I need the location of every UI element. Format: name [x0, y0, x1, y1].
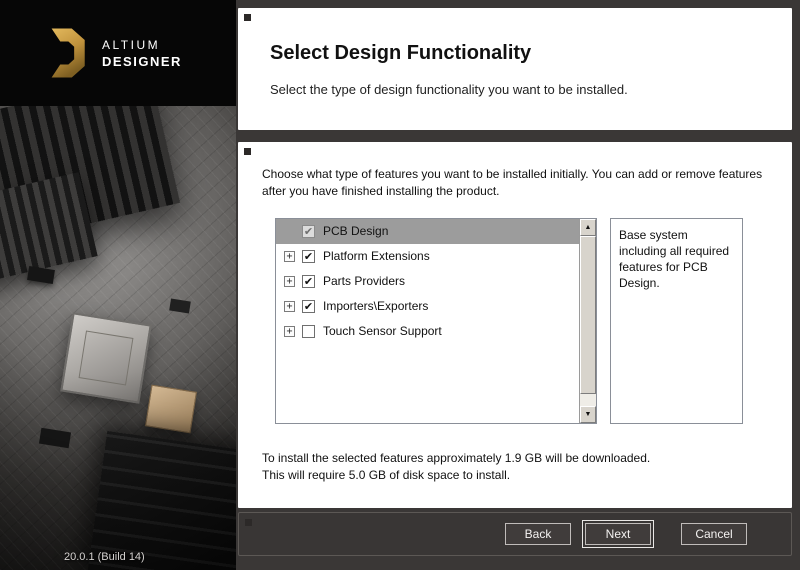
cancel-button[interactable]: Cancel: [681, 523, 747, 545]
version-label: 20.0.1 (Build 14): [64, 551, 145, 563]
panel-corner-decoration: [245, 519, 252, 526]
header-panel: Select Design Functionality Select the t…: [238, 8, 792, 130]
feature-row[interactable]: + Touch Sensor Support: [276, 319, 579, 344]
left-pane: ALTIUM DESIGNER 20.0.1 (Build 14): [0, 0, 236, 570]
brand-name-designer: DESIGNER: [102, 54, 182, 69]
feature-list-scrollbar[interactable]: ▲ ▼: [579, 219, 596, 423]
feature-label: Platform Extensions: [323, 249, 430, 263]
install-notes: To install the selected features approxi…: [262, 450, 768, 485]
disk-space-note: This will require 5.0 GB of disk space t…: [262, 467, 768, 484]
feature-checkbox[interactable]: ✔: [302, 250, 315, 263]
brand-header: ALTIUM DESIGNER: [0, 0, 236, 106]
feature-checkbox[interactable]: ✔: [302, 300, 315, 313]
feature-label: Parts Providers: [323, 274, 405, 288]
page-title: Select Design Functionality: [270, 42, 764, 65]
selector-area: ✔ PCB Design + ✔ Platform Extensions + ✔ Parts …: [275, 218, 768, 424]
altium-logo-icon: [42, 26, 90, 80]
footer-panel: Back Next Cancel: [238, 512, 792, 556]
scroll-up-button[interactable]: ▲: [580, 219, 596, 236]
feature-label: Touch Sensor Support: [323, 324, 442, 338]
instructions-text: Choose what type of features you want to…: [262, 166, 768, 200]
next-button[interactable]: Next: [585, 523, 651, 545]
feature-row[interactable]: + ✔ Importers\Exporters: [276, 294, 579, 319]
download-size-note: To install the selected features approxi…: [262, 450, 768, 467]
brand-wordmark: ALTIUM DESIGNER: [102, 38, 182, 69]
feature-checkbox[interactable]: ✔: [302, 275, 315, 288]
panel-corner-decoration: [244, 148, 251, 155]
feature-row[interactable]: + ✔ Parts Providers: [276, 269, 579, 294]
feature-row[interactable]: ✔ PCB Design: [276, 219, 579, 244]
feature-description-box: Base system including all required featu…: [610, 218, 743, 424]
feature-label: PCB Design: [323, 224, 388, 238]
feature-checkbox[interactable]: ✔: [302, 225, 315, 238]
scroll-down-button[interactable]: ▼: [580, 406, 596, 423]
feature-rows: ✔ PCB Design + ✔ Platform Extensions + ✔ Parts …: [276, 219, 579, 344]
back-button[interactable]: Back: [505, 523, 571, 545]
page-subtitle: Select the type of design functionality …: [270, 82, 764, 97]
feature-label: Importers\Exporters: [323, 299, 428, 313]
expand-icon[interactable]: +: [284, 301, 295, 312]
scrollbar-thumb[interactable]: [580, 236, 596, 394]
brand-name-altium: ALTIUM: [102, 38, 182, 52]
expand-icon[interactable]: +: [284, 276, 295, 287]
feature-row[interactable]: + ✔ Platform Extensions: [276, 244, 579, 269]
panel-corner-decoration: [244, 14, 251, 21]
expand-icon[interactable]: +: [284, 251, 295, 262]
feature-checkbox[interactable]: [302, 325, 315, 338]
content-panel: Choose what type of features you want to…: [238, 142, 792, 508]
expand-icon[interactable]: +: [284, 326, 295, 337]
feature-list[interactable]: ✔ PCB Design + ✔ Platform Extensions + ✔ Parts …: [275, 218, 597, 424]
